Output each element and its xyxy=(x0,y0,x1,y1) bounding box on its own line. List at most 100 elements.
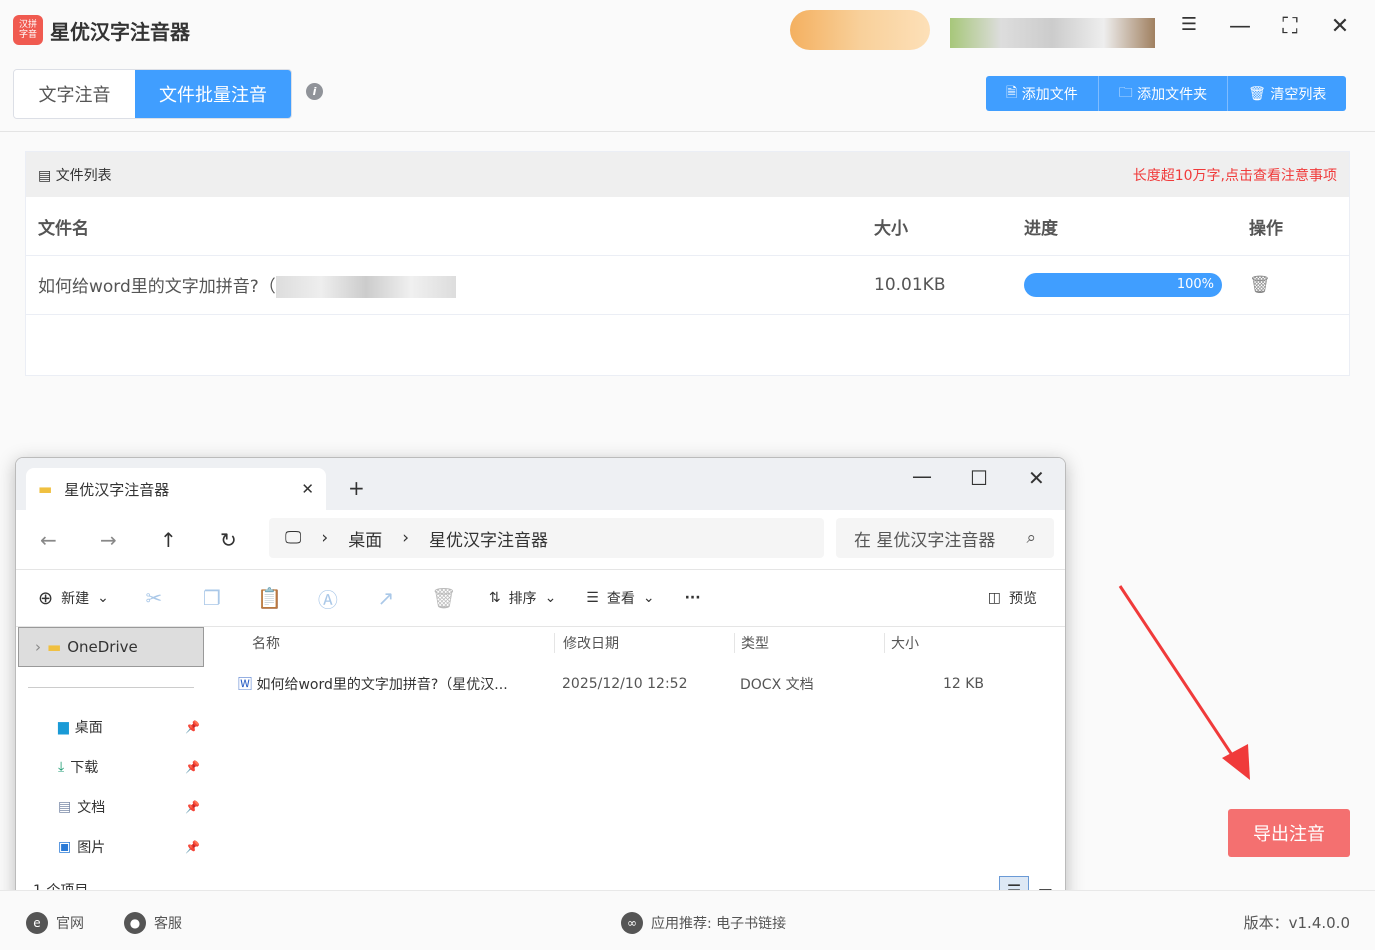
picture-icon: ▣ xyxy=(58,839,72,855)
clear-list-button[interactable]: 🗑 清空列表 xyxy=(1227,76,1346,111)
file-explorer-window: ▬ 星优汉字注音器 ✕ + — ☐ ✕ ← → ↑ ↻ 🖵 › 桌面 › 星优汉字注音器 在… xyxy=(15,457,1066,907)
download-icon: ⤓ xyxy=(58,759,65,775)
sort-button[interactable]: ⇅ 排序 ⌄ xyxy=(489,588,556,608)
add-file-button[interactable]: 🗎 添加文件 xyxy=(986,76,1098,111)
preview-button[interactable]: ◫ 预览 xyxy=(988,588,1037,608)
file-toolbar: 🗎 添加文件 🗀 添加文件夹 🗑 清空列表 xyxy=(986,76,1347,111)
service-label: 客服 xyxy=(154,916,182,932)
back-icon[interactable]: ← xyxy=(40,528,57,552)
sort-icon: ⇅ xyxy=(488,590,501,606)
app-title: 星优汉字注音器 xyxy=(50,20,190,44)
file-date: 2025/12/10 12:52 xyxy=(562,676,688,692)
sidebar-item-downloads[interactable]: ⤓ 下载 📌 xyxy=(16,747,206,787)
col-filename: 文件名 xyxy=(38,218,89,239)
maximize-button[interactable]: ⛶ xyxy=(1275,14,1305,39)
rename-icon[interactable]: Ⓐ xyxy=(313,584,343,613)
website-link[interactable]: e 官网 xyxy=(26,912,84,934)
view-label: 查看 xyxy=(606,591,635,607)
sidebar-item-onedrive[interactable]: › ▬ OneDrive xyxy=(18,627,204,667)
minimize-button[interactable]: — xyxy=(1225,14,1255,39)
tab-batch-annotation[interactable]: 文件批量注音 xyxy=(135,70,291,118)
divider xyxy=(28,687,194,688)
delete-icon[interactable]: 🗑 xyxy=(429,586,459,610)
breadcrumb-desktop[interactable]: 桌面 xyxy=(348,526,382,551)
folder-icon: ▬ xyxy=(38,480,53,498)
app-logo: 汉拼 字音 xyxy=(13,15,43,45)
share-icon[interactable]: ↗ xyxy=(371,586,401,610)
footer-bar: e 官网 ● 客服 ∞ 应用推荐: 电子书链接 版本：v1.4.0.0 xyxy=(0,890,1375,950)
file-list-title-text: 文件列表 xyxy=(55,167,112,184)
col-size[interactable]: 大小 xyxy=(884,633,984,653)
sidebar-item-desktop[interactable]: ▆ 桌面 📌 xyxy=(16,707,206,747)
filename-blurred xyxy=(275,276,456,298)
preview-label: 预览 xyxy=(1009,591,1037,607)
document-icon: ▤ xyxy=(58,799,72,815)
explorer-tab[interactable]: ▬ 星优汉字注音器 ✕ xyxy=(26,468,326,510)
sidebar-label: 图片 xyxy=(77,840,106,856)
length-warning-link[interactable]: 长度超10万字,点击查看注意事项 xyxy=(1133,165,1337,185)
folder-icon: 🗀 xyxy=(1118,84,1138,101)
new-tab-icon[interactable]: + xyxy=(348,476,365,500)
view-button[interactable]: ☰ 查看 ⌄ xyxy=(586,588,654,608)
address-bar[interactable]: 🖵 › 桌面 › 星优汉字注音器 xyxy=(269,518,824,558)
explorer-tab-title: 星优汉字注音器 xyxy=(64,480,170,499)
new-button[interactable]: ⊕ 新建 ⌄ xyxy=(38,588,109,609)
info-icon[interactable]: i xyxy=(306,83,323,100)
add-folder-label: 添加文件夹 xyxy=(1137,86,1208,103)
maximize-button[interactable]: ☐ xyxy=(970,466,988,490)
file-type: DOCX 文档 xyxy=(740,677,814,693)
close-tab-icon[interactable]: ✕ xyxy=(301,480,314,498)
export-button[interactable]: 导出注音 xyxy=(1228,809,1350,857)
file-size: 12 KB xyxy=(942,676,984,692)
folder-icon: ▬ xyxy=(47,638,62,656)
clear-list-label: 清空列表 xyxy=(1270,86,1327,103)
recommend-link[interactable]: ∞ 应用推荐: 电子书链接 xyxy=(621,912,786,934)
breadcrumb-folder[interactable]: 星优汉字注音器 xyxy=(429,526,548,551)
more-button[interactable]: ··· xyxy=(685,590,701,606)
col-type[interactable]: 类型 xyxy=(734,633,884,653)
search-input[interactable]: 在 星优汉字注音器 ⌕ xyxy=(836,518,1054,558)
file-list-panel: ▤ 文件列表 长度超10万字,点击查看注意事项 文件名 大小 进度 操作 如何给w… xyxy=(25,151,1350,376)
delete-row-icon[interactable]: 🗑 xyxy=(1249,275,1349,295)
close-button[interactable]: ✕ xyxy=(1028,466,1045,490)
up-icon[interactable]: ↑ xyxy=(160,528,177,552)
chat-icon: ● xyxy=(124,912,146,934)
service-link[interactable]: ● 客服 xyxy=(124,912,182,934)
close-button[interactable]: ✕ xyxy=(1325,14,1355,39)
tab-text-annotation[interactable]: 文字注音 xyxy=(14,70,135,118)
file-icon: 🗎 xyxy=(1006,84,1022,101)
search-placeholder: 在 星优汉字注音器 xyxy=(854,530,996,551)
file-list: 名称 修改日期 类型 大小 🅆 如何给word里的文字加拼音?（星优汉... 2025/… xyxy=(216,627,1065,709)
col-actions: 操作 xyxy=(1249,218,1283,239)
progress-bar: 100% xyxy=(1024,273,1222,297)
list-item[interactable]: 🅆 如何给word里的文字加拼音?（星优汉... 2025/12/10 12:52… xyxy=(216,659,1065,709)
word-file-icon: 🅆 xyxy=(238,677,252,693)
settings-icon[interactable]: ☰ xyxy=(1174,14,1204,35)
user-badge-blurred[interactable] xyxy=(790,10,930,50)
file-name: 如何给word里的文字加拼音?（ xyxy=(38,277,276,297)
add-folder-button[interactable]: 🗀 添加文件夹 xyxy=(1097,76,1227,111)
sidebar-item-pictures[interactable]: ▣ 图片 📌 xyxy=(16,827,206,867)
account-info-blurred xyxy=(950,18,1155,48)
table-header: 文件名 大小 进度 操作 xyxy=(26,197,1349,256)
pin-icon: 📌 xyxy=(185,760,200,774)
col-name[interactable]: 名称 xyxy=(216,633,554,653)
computer-icon: 🖵 xyxy=(285,528,302,548)
copy-icon[interactable]: ❐ xyxy=(197,586,227,610)
cut-icon[interactable]: ✂ xyxy=(139,586,169,610)
col-date[interactable]: 修改日期 xyxy=(554,633,734,653)
col-progress: 进度 xyxy=(1024,218,1058,239)
search-icon: ⌕ xyxy=(1026,528,1036,548)
paste-icon[interactable]: 📋 xyxy=(255,586,285,610)
sidebar-item-documents[interactable]: ▤ 文档 📌 xyxy=(16,787,206,827)
mode-tabs: 文字注音 文件批量注音 xyxy=(13,69,292,119)
minimize-button[interactable]: — xyxy=(912,464,932,488)
add-file-label: 添加文件 xyxy=(1021,86,1078,103)
website-label: 官网 xyxy=(56,916,84,932)
forward-icon[interactable]: → xyxy=(100,528,117,552)
list-icon: ☰ xyxy=(586,590,599,606)
ie-icon: e xyxy=(26,912,48,934)
col-size: 大小 xyxy=(874,218,908,239)
version-label: 版本：v1.4.0.0 xyxy=(1243,914,1350,932)
refresh-icon[interactable]: ↻ xyxy=(220,528,237,552)
